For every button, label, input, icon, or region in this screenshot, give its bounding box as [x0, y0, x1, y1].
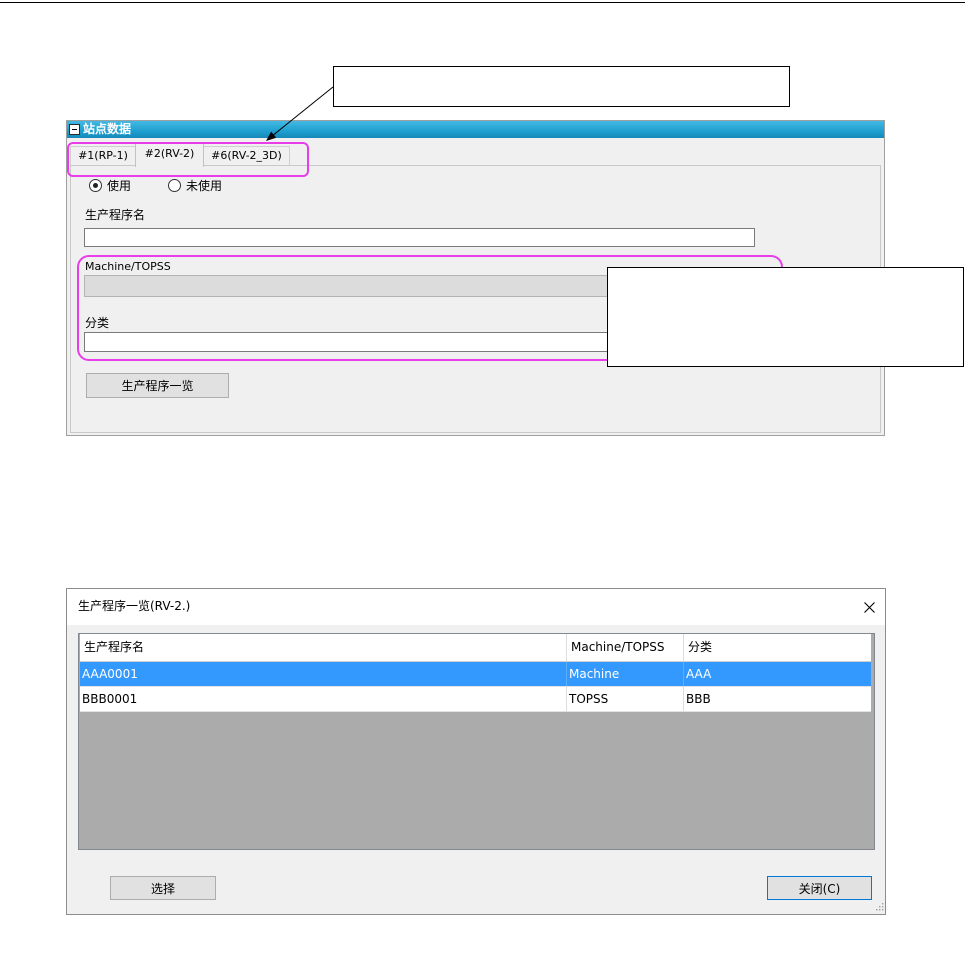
column-header-program-name[interactable]: 生产程序名 [80, 634, 567, 661]
resize-grip-icon[interactable] [875, 902, 884, 911]
grid-header: 生产程序名 Machine/TOPSS 分类 [80, 634, 871, 662]
cell-category: BBB [686, 692, 711, 706]
close-icon[interactable] [857, 595, 881, 619]
station-panel-title: 站点数据 [83, 122, 132, 136]
program-name-field[interactable] [84, 228, 755, 247]
cell-program-name: BBB0001 [80, 687, 567, 711]
radio-label-used: 使用 [107, 178, 132, 193]
minus-icon[interactable] [69, 124, 80, 135]
grid-body: 生产程序名 Machine/TOPSS 分类 AAA0001 Machine A… [80, 634, 871, 712]
column-header-machine-topss[interactable]: Machine/TOPSS [567, 634, 684, 661]
callout-arrow [266, 86, 334, 141]
radio-option-unused[interactable]: 未使用 [168, 178, 223, 193]
radio-button-icon[interactable] [89, 178, 102, 192]
tab-station-2[interactable]: #2(RV-2) [135, 142, 204, 167]
machine-topss-label: Machine/TOPSS [85, 260, 171, 273]
program-list-button[interactable]: 生产程序一览 [86, 373, 229, 398]
cell-program-name: AAA0001 [80, 662, 567, 686]
station-panel-title-bar: 站点数据 [67, 121, 884, 138]
program-list-dialog: 生产程序一览(RV-2.) 生产程序名 Machine/TOPSS 分类 AAA… [66, 588, 886, 915]
callout-box-tabs [333, 66, 790, 107]
program-list-grid[interactable]: 生产程序名 Machine/TOPSS 分类 AAA0001 Machine A… [78, 633, 875, 850]
column-header-category[interactable]: 分类 [684, 634, 871, 661]
table-row[interactable]: AAA0001 Machine AAA [80, 662, 871, 687]
table-row[interactable]: BBB0001 TOPSS BBB [80, 687, 871, 712]
category-label: 分类 [85, 316, 110, 330]
cell-machine-topss: TOPSS [567, 687, 684, 711]
radio-button-icon[interactable] [168, 178, 181, 192]
select-button[interactable]: 选择 [110, 876, 216, 900]
program-name-label: 生产程序名 [85, 208, 146, 222]
cell-category: AAA [686, 667, 712, 681]
tab-station-1[interactable]: #1(RP-1) [70, 146, 136, 166]
close-button[interactable]: 关闭(C) [767, 876, 872, 900]
dialog-title: 生产程序一览(RV-2.) [78, 599, 191, 613]
dialog-title-bar[interactable]: 生产程序一览(RV-2.) [67, 589, 885, 625]
cell-machine-topss: Machine [567, 662, 684, 686]
page-top-rule [0, 2, 965, 3]
callout-box-machine-category [607, 267, 964, 367]
radio-label-unused: 未使用 [186, 178, 223, 193]
radio-option-used[interactable]: 使用 [89, 178, 132, 193]
